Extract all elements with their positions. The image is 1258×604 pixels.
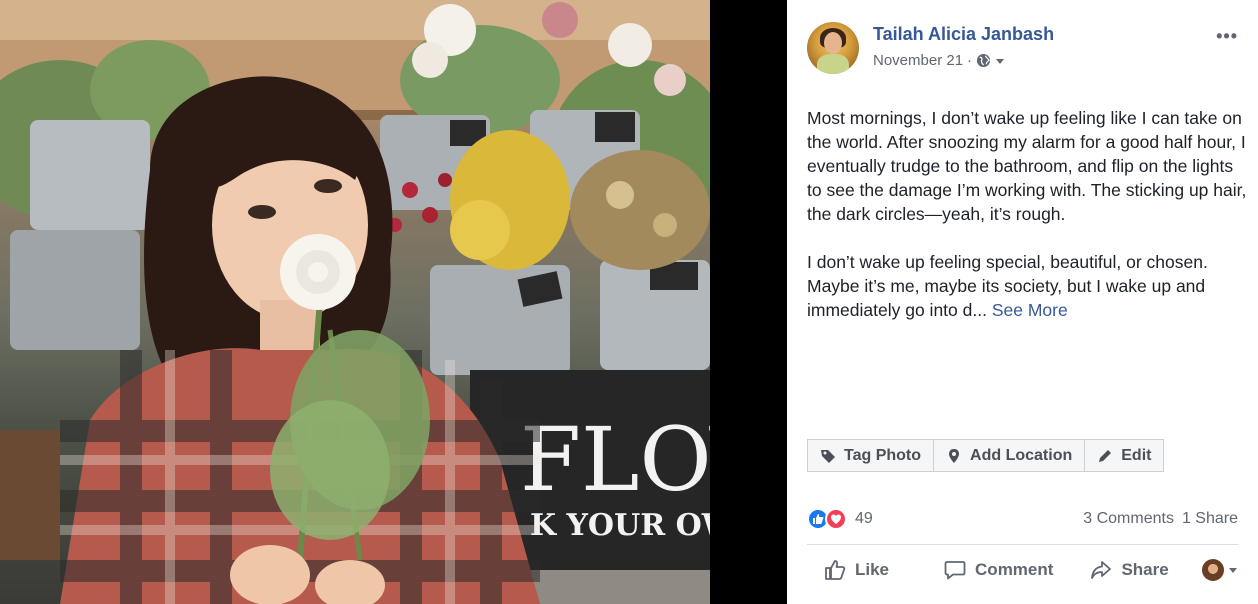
reactions-bar: 49 3 Comments 1 Share: [807, 506, 1238, 532]
sign-text-1: FLOV: [520, 408, 710, 511]
divider: [807, 544, 1238, 545]
avatar[interactable]: [807, 22, 859, 74]
share-label: Share: [1121, 560, 1169, 579]
sign-text-2: K YOUR OWI: [530, 508, 710, 543]
location-pin-icon: [949, 448, 960, 463]
post-paragraph-1: Most mornings, I don’t wake up feeling l…: [807, 108, 1247, 224]
like-button[interactable]: Like: [823, 558, 889, 582]
heart-icon: [825, 508, 847, 530]
add-location-button[interactable]: Add Location: [933, 439, 1086, 472]
post-photo[interactable]: FLOV K YOUR OWI: [0, 0, 710, 604]
photo-actions: Tag Photo Add Location Edit: [807, 439, 1165, 472]
add-location-label: Add Location: [970, 446, 1073, 464]
post-paragraph-2: I don’t wake up feeling special, beautif…: [807, 250, 1247, 322]
comment-icon: [944, 561, 966, 580]
meta-separator: ·: [967, 52, 973, 69]
post-body: Most mornings, I don’t wake up feeling l…: [807, 106, 1247, 346]
photo-illustration: FLOV K YOUR OWI: [0, 0, 710, 604]
post-date[interactable]: November 21: [873, 52, 963, 69]
edit-label: Edit: [1121, 446, 1152, 464]
tag-icon: [821, 449, 835, 463]
comment-label: Comment: [975, 560, 1054, 579]
react-as-selector[interactable]: [1202, 559, 1238, 581]
reaction-icons[interactable]: [807, 508, 847, 530]
shares-count[interactable]: 1 Share: [1182, 510, 1238, 528]
edit-button[interactable]: Edit: [1084, 439, 1165, 472]
post-header: Tailah Alicia Janbash November 21 · •••: [807, 20, 1238, 76]
post-meta: November 21 ·: [873, 52, 1005, 69]
caret-down-icon[interactable]: [995, 56, 1005, 66]
avatar-small: [1202, 559, 1224, 581]
globe-icon[interactable]: [976, 53, 991, 68]
author-name[interactable]: Tailah Alicia Janbash: [873, 24, 1054, 45]
caret-down-icon: [1229, 568, 1237, 573]
more-options-button[interactable]: •••: [1216, 26, 1238, 47]
comments-count[interactable]: 3 Comments: [1083, 510, 1174, 528]
see-more-link[interactable]: See More: [992, 300, 1068, 320]
tag-photo-label: Tag Photo: [844, 446, 922, 464]
like-thumb-icon: [825, 560, 846, 580]
post-action-bar: Like Comment Share: [807, 552, 1238, 588]
like-label: Like: [855, 560, 890, 579]
tag-photo-button[interactable]: Tag Photo: [807, 439, 935, 472]
share-arrow-icon: [1091, 561, 1112, 579]
comment-button[interactable]: Comment: [943, 558, 1053, 582]
share-button[interactable]: Share: [1089, 558, 1169, 582]
pencil-icon: [1099, 449, 1112, 462]
photo-viewer-gap: [710, 0, 787, 604]
engagement-counts: 3 Comments 1 Share: [1083, 510, 1238, 528]
reaction-count[interactable]: 49: [855, 510, 873, 528]
post-panel: Tailah Alicia Janbash November 21 · ••• …: [787, 0, 1258, 604]
